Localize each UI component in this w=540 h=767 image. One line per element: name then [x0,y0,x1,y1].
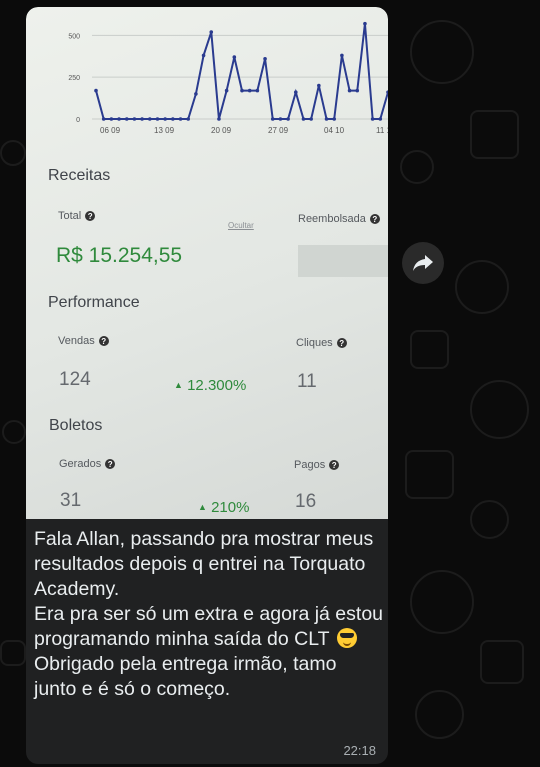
message-bubble[interactable]: 500 250 0 06 09 13 09 20 09 27 09 04 10 11 1 Rec… [26,7,388,764]
total-value: R$ 15.254,55 [56,244,183,267]
chart-data-point [340,53,344,58]
chart-data-point [201,53,206,58]
chart-data-point [286,117,290,121]
paid-label: Pagos ? [294,459,340,471]
chart-data-point [263,56,267,61]
question-icon[interactable]: ? [105,459,116,469]
forward-arrow-icon [413,255,433,271]
chart-data-point [163,117,167,121]
paid-value: 16 [295,491,317,512]
chart-data-point [255,88,260,93]
message-line: Fala Allan, passando pra mostrar meus re… [34,528,374,600]
chart-data-point [155,117,160,121]
sunglasses-emoji-icon [336,628,357,648]
message-line: Obrigado pela entrega irmão, tamo junto … [34,653,337,700]
chart-data-point [178,117,183,121]
question-icon[interactable]: ? [329,460,340,470]
chart-x-tick-label: 06 09 [100,126,121,135]
chart-data-point [370,117,375,121]
chart-data-point [355,88,360,93]
message-line: Era pra ser só um extra e agora já estou… [34,603,384,650]
performance-title: Performance [48,294,140,311]
boletos-title: Boletos [49,417,103,434]
chart-data-point [147,117,152,121]
chart-x-tick-label: 20 09 [211,126,232,135]
sales-label: Vendas ? [58,335,109,347]
chart-data-point [363,21,367,26]
chart-data-point [140,117,144,121]
forward-button[interactable] [402,242,444,284]
generated-change: ▲ 210% [198,499,250,516]
chart-x-tick-label: 11 1 [376,126,388,135]
hide-link[interactable]: Ocultar [228,221,254,230]
chart-data-point [386,90,388,95]
chart-data-point [94,88,98,93]
chart-data-point [109,117,114,121]
chart-data-point [101,117,106,121]
message-text: Fala Allan, passando pra mostrar meus re… [34,527,384,702]
sales-change: ▲ 12.300% [174,377,247,394]
chart-data-point [124,117,129,121]
generated-value: 31 [60,490,82,511]
total-label: Total ? [58,210,96,222]
dashboard-screenshot-image[interactable]: 500 250 0 06 09 13 09 20 09 27 09 04 10 11 1 Rec… [26,7,388,519]
chart-data-point [186,117,191,121]
clicks-label: Cliques ? [296,337,347,349]
chart-data-point [240,88,244,93]
generated-label: Gerados ? [59,458,116,470]
question-icon[interactable]: ? [98,336,109,346]
chart-data-point [217,117,221,121]
chart-data-point [209,30,214,34]
chart-y-tick-label: 0 [76,117,80,124]
triangle-up-icon: ▲ [198,502,207,512]
chart-series-line [95,23,388,120]
receitas-title: Receitas [48,167,111,184]
chart-data-point [378,117,383,121]
chart-data-point [171,117,175,121]
chart-data-point [232,55,237,59]
chart-y-tick-label: 500 [68,33,80,40]
chart-data-point [301,117,306,121]
chart-data-point [247,88,252,93]
refunded-value-box [298,245,388,277]
chart-data-point [278,117,283,121]
chart-data-point [317,83,321,88]
chart-data-point [224,88,229,93]
sales-value: 124 [59,369,91,390]
chart-data-point [347,88,352,93]
triangle-up-icon: ▲ [174,380,183,390]
sales-line-chart: 500 250 0 06 09 13 09 20 09 27 09 04 10 11 1 [68,21,388,135]
chart-data-point [332,117,337,121]
chart-data-point [324,117,329,121]
chart-data-point [117,117,121,121]
chart-data-point [194,92,198,96]
clicks-value: 11 [297,371,317,392]
question-icon[interactable]: ? [369,214,380,224]
question-icon[interactable]: ? [85,211,96,221]
chart-data-point [270,117,275,121]
question-icon[interactable]: ? [336,338,347,348]
chart-data-point [132,117,137,121]
message-timestamp: 22:18 [343,743,376,758]
chart-data-point [293,90,298,95]
chart-y-tick-label: 250 [68,75,80,82]
chart-x-tick-label: 04 10 [324,126,345,135]
refunded-label: Reembolsada ? [298,213,380,225]
chart-x-tick-label: 13 09 [154,126,175,135]
chart-x-tick-label: 27 09 [268,126,289,135]
chart-data-point [309,117,313,121]
